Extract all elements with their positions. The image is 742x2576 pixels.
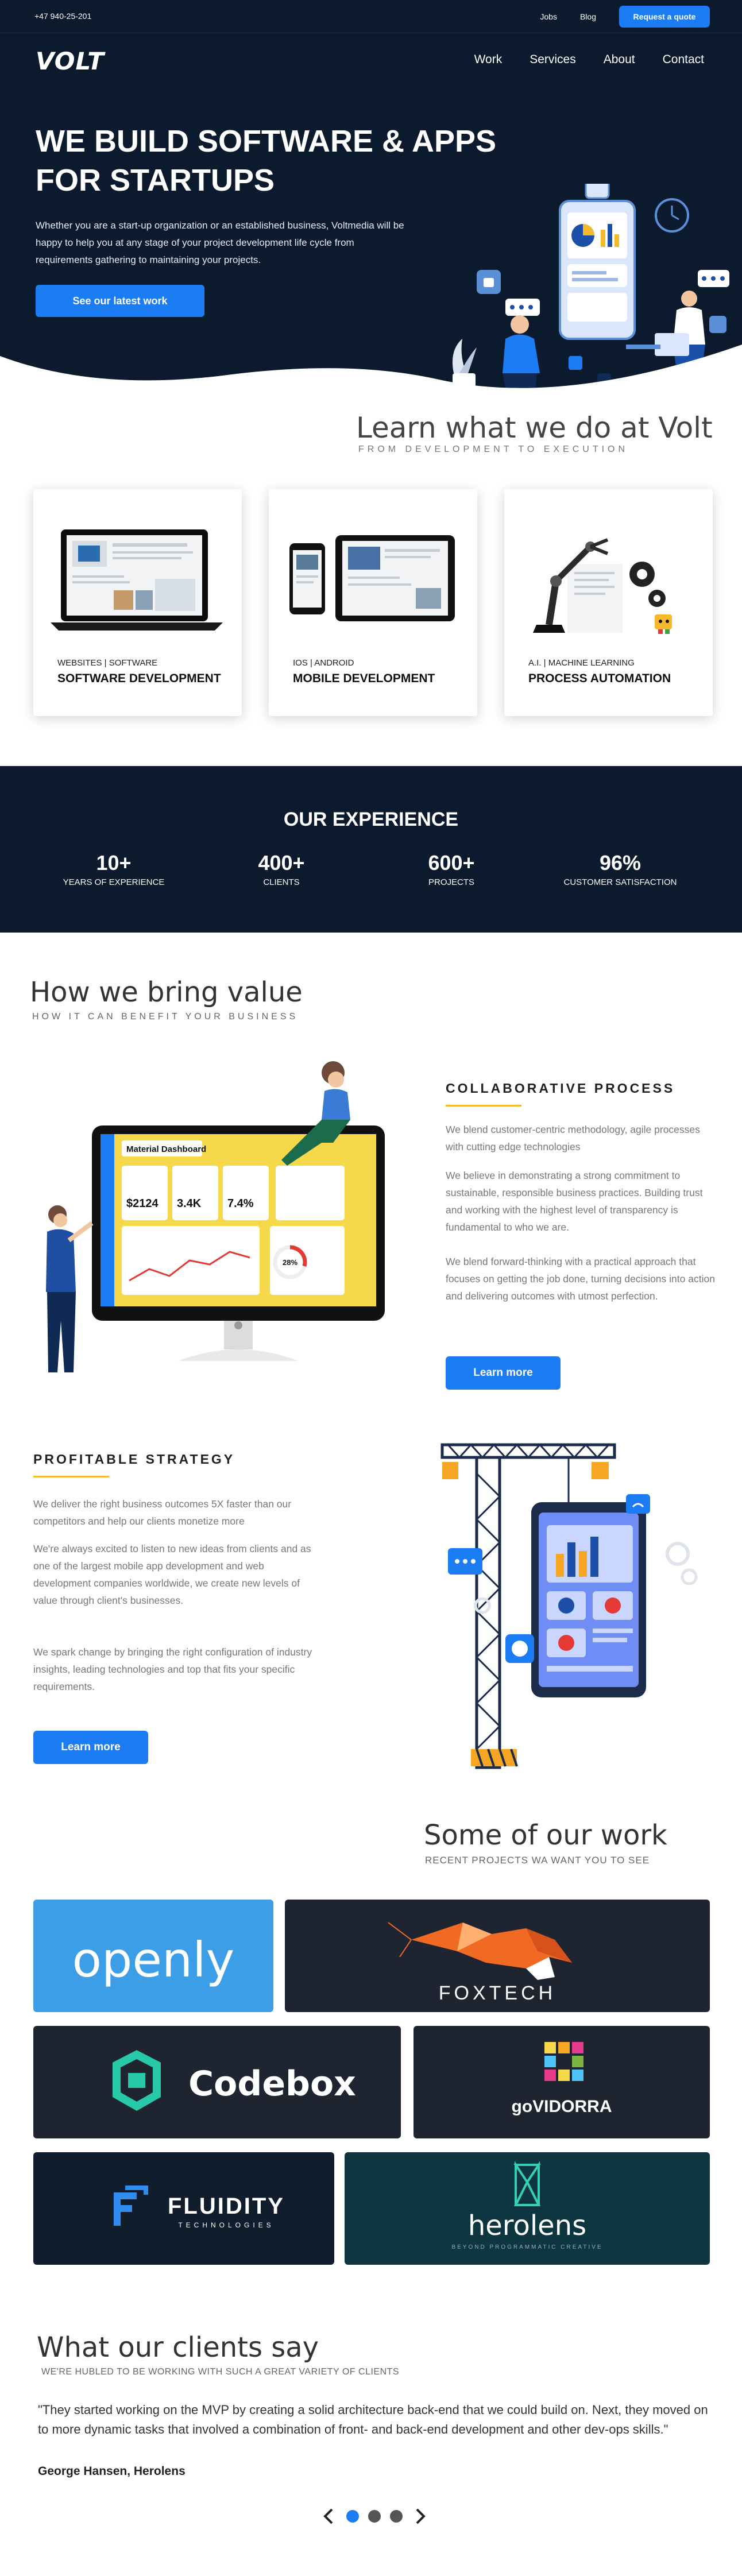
dashboard-title: Material Dashboard	[126, 1144, 206, 1154]
profit-learn-more-button[interactable]: Learn more	[33, 1731, 148, 1764]
service-card-mobile[interactable]: IOS | ANDROID MOBILE DEVELOPMENT	[269, 489, 477, 716]
profit-accent-line	[33, 1476, 109, 1477]
testimonials-subtitle: WE'RE HUBLED TO BE WORKING WITH SUCH A G…	[41, 2367, 400, 2377]
collab-p3: We blend forward-thinking with a practic…	[446, 1256, 715, 1302]
govidorra-logo-icon	[544, 2042, 583, 2081]
nav-services[interactable]: Services	[530, 53, 576, 67]
card-title: MOBILE DEVELOPMENT	[293, 672, 435, 685]
project-openly[interactable]: openly	[33, 1900, 273, 2012]
project-fluidity[interactable]: FLUIDITY TECHNOLOGIES	[33, 2152, 334, 2265]
hero-title-line1: WE BUILD SOFTWARE & APPS	[36, 124, 497, 158]
profit-title: PROFITABLE STRATEGY	[33, 1452, 235, 1467]
services-subtitle: FROM DEVELOPMENT TO EXECUTION	[358, 444, 629, 454]
testimonial-quote: "They started working on the MVP by crea…	[38, 2403, 708, 2436]
collab-learn-more-button[interactable]: Learn more	[446, 1356, 561, 1390]
metric-revenue: $2124	[126, 1197, 159, 1210]
chevron-right-icon[interactable]	[416, 2508, 426, 2524]
stat-label: CUSTOMER SATISFACTION	[563, 877, 677, 887]
profit-p3: We spark change by bringing the right co…	[33, 1646, 312, 1692]
stat-value: 10+	[96, 851, 132, 875]
metric-rate: 7.4%	[227, 1197, 254, 1210]
experience-title: OUR EXPERIENCE	[283, 809, 459, 830]
testimonials-title: What our clients say	[37, 2331, 319, 2364]
nav-about[interactable]: About	[604, 53, 635, 67]
hero-wave	[0, 345, 742, 413]
page: +47 940-25-201 Jobs Blog Request a quote…	[0, 0, 742, 2576]
project-name: herolens	[467, 2210, 587, 2242]
card-title: SOFTWARE DEVELOPMENT	[57, 672, 221, 685]
stat-label: YEARS OF EXPERIENCE	[63, 877, 165, 887]
stat-value: 96%	[599, 851, 641, 875]
see-latest-work-button[interactable]: See our latest work	[36, 285, 204, 317]
top-links: Jobs Blog Request a quote	[540, 6, 710, 28]
services-title: Learn what we do at Volt	[356, 411, 713, 444]
project-subtitle: BEYOND PROGRAMMATIC CREATIVE	[451, 2244, 603, 2250]
chevron-left-icon[interactable]	[323, 2508, 333, 2524]
stat-years: 10+ YEARS OF EXPERIENCE	[33, 851, 194, 887]
collab-accent-line	[446, 1105, 521, 1107]
hero-section: +47 940-25-201 Jobs Blog Request a quote…	[0, 0, 742, 413]
top-bar: +47 940-25-201 Jobs Blog Request a quote	[0, 0, 742, 33]
nav-work[interactable]: Work	[474, 53, 503, 67]
collab-p1: We blend customer-centric methodology, a…	[446, 1124, 700, 1152]
card-title: PROCESS AUTOMATION	[528, 672, 671, 685]
card-tag: A.I. | MACHINE LEARNING	[528, 658, 635, 668]
project-subtitle: TECHNOLOGIES	[178, 2221, 275, 2229]
dashboard-illustration: Material Dashboard $2124 3.4K 7.4% 28%	[46, 1061, 385, 1372]
metric-percent: 28%	[283, 1258, 297, 1267]
project-name: goVIDORRA	[511, 2097, 612, 2116]
stat-value: 600+	[428, 851, 475, 875]
stat-projects: 600+ PROJECTS	[371, 851, 532, 887]
service-card-automation[interactable]: A.I. | MACHINE LEARNING PROCESS AUTOMATI…	[504, 489, 713, 716]
logo[interactable]: VOLT	[36, 47, 105, 75]
value-title: How we bring value	[30, 976, 303, 1008]
project-foxtech[interactable]: FOXTECH	[285, 1900, 710, 2012]
work-title: Some of our work	[424, 1819, 667, 1851]
testimonial-author: George Hansen, Herolens	[38, 2465, 186, 2478]
laptop-icon	[51, 529, 223, 631]
project-name: FLUIDITY	[168, 2194, 285, 2219]
nav-contact[interactable]: Contact	[663, 53, 704, 67]
stat-value: 400+	[258, 851, 305, 875]
pager-dot-2[interactable]	[368, 2510, 381, 2523]
tablet-phone-icon	[289, 535, 455, 621]
pager-dot-3[interactable]	[390, 2510, 403, 2523]
main-nav: Work Services About Contact	[447, 53, 704, 67]
pager-dot-1[interactable]	[346, 2510, 359, 2523]
profit-p2: We're always excited to listen to new id…	[33, 1543, 311, 1606]
testimonial-pager	[317, 2505, 432, 2528]
collab-title: COLLABORATIVE PROCESS	[446, 1081, 675, 1096]
stat-label: CLIENTS	[263, 877, 300, 887]
stat-clients: 400+ CLIENTS	[201, 851, 362, 887]
crane-illustration	[440, 1443, 698, 1769]
hero-text: Whether you are a start-up organization …	[36, 220, 404, 265]
project-herolens[interactable]: herolens BEYOND PROGRAMMATIC CREATIVE	[345, 2152, 710, 2265]
hero-title: WE BUILD SOFTWARE & APPS FOR STARTUPS	[36, 122, 507, 200]
collab-p2: We believe in demonstrating a strong com…	[446, 1170, 703, 1233]
experience-section: OUR EXPERIENCE 10+ YEARS OF EXPERIENCE 4…	[0, 766, 742, 933]
project-govidorra[interactable]: goVIDORRA	[413, 2026, 710, 2138]
card-tag: IOS | ANDROID	[293, 658, 354, 668]
project-name: Codebox	[188, 2064, 356, 2104]
profit-p1: We deliver the right business outcomes 5…	[33, 1498, 292, 1527]
hero-title-line2: FOR STARTUPS	[36, 163, 275, 198]
stat-satisfaction: 96% CUSTOMER SATISFACTION	[540, 851, 701, 887]
project-codebox[interactable]: Codebox	[33, 2026, 401, 2138]
service-card-software[interactable]: WEBSITES | SOFTWARE SOFTWARE DEVELOPMENT	[33, 489, 242, 716]
stat-label: PROJECTS	[428, 877, 474, 887]
metric-users: 3.4K	[177, 1197, 202, 1210]
robot-arm-icon	[533, 538, 672, 634]
project-name: openly	[72, 1932, 235, 1988]
work-subtitle: RECENT PROJECTS WA WANT YOU TO SEE	[425, 1855, 650, 1866]
blog-link[interactable]: Blog	[580, 12, 596, 21]
card-tag: WEBSITES | SOFTWARE	[57, 658, 158, 668]
request-quote-button[interactable]: Request a quote	[619, 6, 710, 28]
phone-number[interactable]: +47 940-25-201	[34, 11, 91, 21]
value-subtitle: HOW IT CAN BENEFIT YOUR BUSINESS	[32, 1012, 299, 1022]
jobs-link[interactable]: Jobs	[540, 12, 557, 21]
project-name: FOXTECH	[438, 1982, 556, 2004]
